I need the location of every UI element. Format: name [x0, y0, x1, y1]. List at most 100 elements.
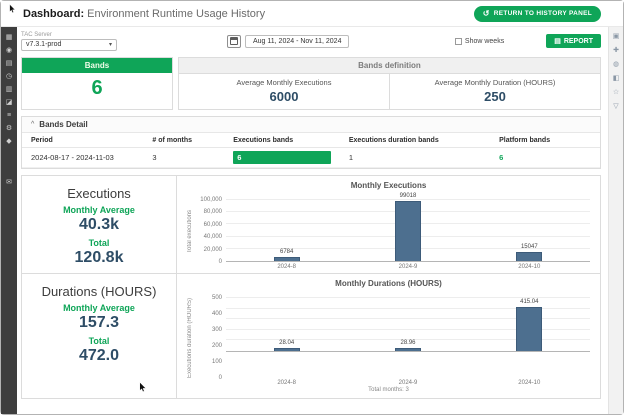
chart-body: Executions duration (HOURS) 0 100 200 300 40… [187, 298, 590, 378]
report-button-label: REPORT [564, 38, 593, 45]
notifications-icon[interactable]: ◆ [6, 138, 11, 145]
charts-block: Executions Monthly Average 40.3k Total 1… [21, 175, 601, 399]
right-sidebar: ▣ ✚ ◍ ◧ ☆ ▽ [608, 27, 623, 414]
avg-monthly-duration-cell: Average Monthly Duration (HOURS) 250 [389, 74, 600, 109]
y-tick-label: 400 [212, 311, 222, 317]
monthly-average-label: Monthly Average [26, 303, 172, 313]
bands-summary-row: Bands 6 Bands definition Average Monthly… [21, 57, 601, 110]
dashboard-icon[interactable]: ▦ [6, 34, 13, 41]
show-weeks-checkbox[interactable] [455, 38, 462, 45]
chart-title: Monthly Executions [187, 181, 590, 190]
filters-toolbar: TAC Server v7.3.1-prod ▾ Aug 11, 2024 - … [21, 27, 601, 55]
panel-icon[interactable]: ▣ [613, 33, 620, 40]
bands-panel-header: Bands [22, 58, 172, 73]
durations-stats-panel: Durations (HOURS) Monthly Average 157.3 … [22, 274, 177, 398]
collapse-caret-icon: ^ [31, 121, 34, 128]
settings-icon[interactable]: ⚙ [6, 125, 12, 132]
star-icon[interactable]: ☆ [613, 89, 619, 96]
bar-2024-10: 415.04 [469, 298, 589, 351]
calendar-icon [230, 37, 238, 45]
executions-band-bar: 6 [233, 151, 331, 164]
x-tick-label: 2024-10 [469, 378, 589, 386]
executions-stats-panel: Executions Monthly Average 40.3k Total 1… [22, 176, 177, 273]
return-button-label: RETURN TO HISTORY PANEL [494, 10, 592, 17]
return-arrow-icon: ↺ [483, 10, 490, 18]
calendar-button[interactable] [227, 35, 241, 48]
bar-value-label: 15047 [521, 244, 538, 250]
plot-area: 28.0428.96415.04 [226, 298, 590, 352]
collapse-icon[interactable]: ▽ [613, 103, 618, 110]
bands-count-value: 6 [22, 73, 172, 106]
return-to-history-button[interactable]: ↺ RETURN TO HISTORY PANEL [474, 6, 601, 22]
scheduler-icon[interactable]: ◷ [6, 73, 12, 80]
top-header: Dashboard: Environment Runtime Usage His… [1, 1, 623, 27]
chat-icon[interactable]: ✉ [6, 179, 12, 186]
avg-monthly-executions-value: 6000 [179, 89, 389, 104]
show-weeks-label: Show weeks [465, 38, 504, 45]
cell-period: 2024-08-17 - 2024-11-03 [22, 148, 143, 168]
tac-server-select[interactable]: v7.3.1-prod ▾ [21, 39, 117, 51]
bar-value-label: 99018 [400, 193, 417, 199]
avg-monthly-duration-label: Average Monthly Duration (HOURS) [390, 78, 600, 87]
y-tick-label: 20,000 [204, 247, 222, 253]
monthly-average-value: 157.3 [26, 314, 172, 332]
record-icon[interactable]: ◍ [613, 61, 619, 68]
col-platform-bands: Platform bands [490, 133, 600, 148]
main-content: Bands 6 Bands definition Average Monthly… [21, 57, 601, 399]
col-executions-bands: Executions bands [224, 133, 340, 148]
x-axis: 2024-82024-92024-10 [226, 378, 590, 386]
y-axis-ticks: 020,00040,00060,00080,000100,000 [196, 200, 226, 262]
y-tick-label: 100 [212, 359, 222, 365]
date-range-input[interactable]: Aug 11, 2024 - Nov 11, 2024 [245, 35, 349, 48]
servers-icon[interactable]: ▥ [6, 86, 13, 93]
durations-title: Durations (HOURS) [26, 284, 172, 299]
chart-body: Total executions 020,00040,00060,00080,0… [187, 200, 590, 262]
report-button[interactable]: ▤ REPORT [546, 34, 601, 48]
mouse-cursor [139, 382, 148, 393]
x-tick-label: 2024-10 [469, 262, 589, 270]
cell-executions-duration-bands: 1 [340, 148, 490, 168]
add-icon[interactable]: ✚ [613, 47, 619, 54]
bands-definition-panel: Bands definition Average Monthly Executi… [178, 57, 601, 110]
bands-detail-toggle[interactable]: ^ Bands Detail [22, 117, 600, 133]
cell-platform-bands: 6 [490, 148, 600, 168]
y-tick-label: 40,000 [204, 234, 222, 240]
bands-definition-body: Average Monthly Executions 6000 Average … [179, 74, 600, 109]
total-value: 472.0 [26, 347, 172, 365]
cell-executions-bands: 6 [224, 148, 340, 168]
executions-title: Executions [26, 186, 172, 201]
logs-icon[interactable]: ≡ [7, 112, 11, 119]
projects-icon[interactable]: ▤ [6, 60, 13, 67]
bands-definition-header: Bands definition [179, 58, 600, 74]
y-tick-label: 100,000 [200, 197, 222, 203]
monthly-average-value: 40.3k [26, 216, 172, 234]
page-title: Dashboard: Environment Runtime Usage His… [23, 8, 265, 20]
dashboard-window: { "colors": { "accent_green": "#0fa558",… [0, 0, 624, 415]
total-label: Total [26, 336, 172, 346]
y-tick-label: 200 [212, 343, 222, 349]
x-tick-label: 2024-9 [348, 378, 468, 386]
left-sidebar: ▦ ◉ ▤ ◷ ▥ ◪ ≡ ⚙ ◆ ✉ [1, 27, 17, 414]
split-view-icon[interactable]: ◧ [613, 75, 620, 82]
col-months: # of months [143, 133, 224, 148]
table-row[interactable]: 2024-08-17 - 2024-11-03 3 6 1 6 [22, 148, 600, 168]
y-tick-label: 0 [219, 259, 222, 265]
monitoring-icon[interactable]: ◪ [6, 99, 13, 106]
executions-row: Executions Monthly Average 40.3k Total 1… [22, 176, 600, 273]
bar-value-label: 6784 [280, 249, 293, 255]
col-executions-duration-bands: Executions duration bands [340, 133, 490, 148]
y-tick-label: 60,000 [204, 222, 222, 228]
users-icon[interactable]: ◉ [6, 47, 12, 54]
y-axis-label: Executions duration (HOURS) [187, 298, 196, 378]
bar-2024-9: 28.96 [348, 298, 468, 351]
total-value: 120.8k [26, 249, 172, 267]
avg-monthly-executions-cell: Average Monthly Executions 6000 [179, 74, 389, 109]
x-tick-label: 2024-9 [348, 262, 468, 270]
x-tick-label: 2024-8 [227, 378, 347, 386]
y-tick-label: 300 [212, 327, 222, 333]
bar-2024-10: 15047 [469, 200, 589, 261]
bar-2024-8: 28.04 [227, 298, 347, 351]
y-tick-label: 0 [219, 375, 222, 381]
tac-server-label: TAC Server [21, 32, 117, 38]
total-label: Total [26, 238, 172, 248]
